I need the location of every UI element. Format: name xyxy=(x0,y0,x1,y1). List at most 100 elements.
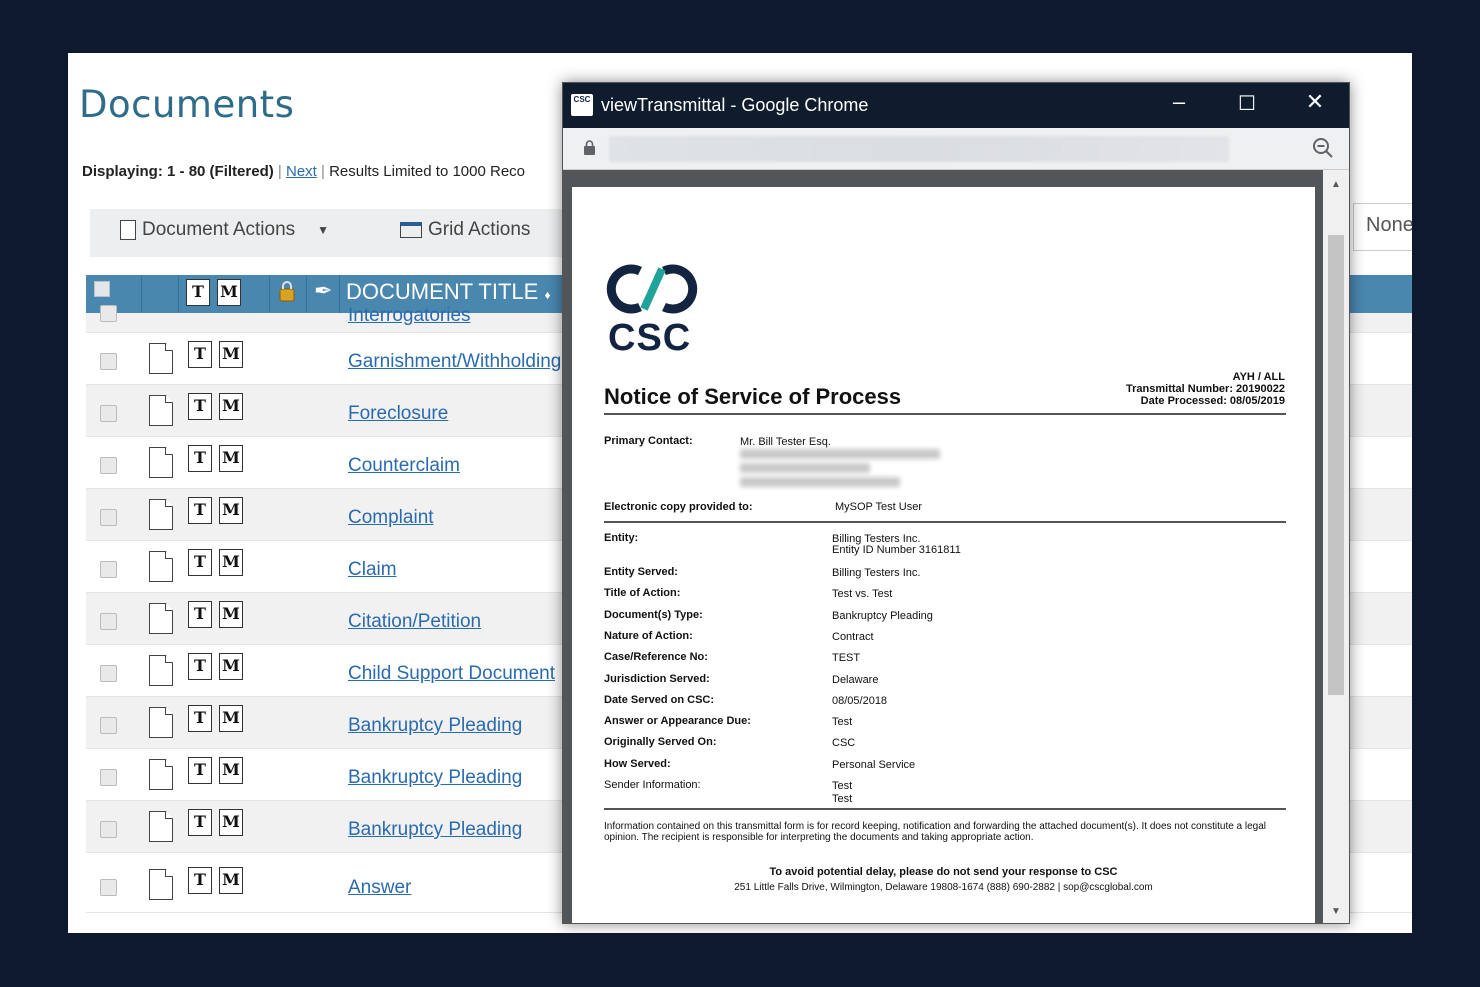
row-checkbox[interactable] xyxy=(100,457,117,474)
next-page-link[interactable]: Next xyxy=(286,163,317,180)
document-title-link[interactable]: Foreclosure xyxy=(348,403,448,425)
page-title: Documents xyxy=(79,83,295,126)
grid-actions-button[interactable]: Grid Actions xyxy=(400,219,530,241)
maximize-button[interactable]: ☐ xyxy=(1229,91,1265,116)
documents-app: Documents Displaying: 1 - 80 (Filtered) … xyxy=(68,53,1412,933)
document-title-column-header[interactable]: DOCUMENT TITLE ♦ xyxy=(346,279,551,305)
document-icon[interactable] xyxy=(149,551,173,582)
m-icon[interactable]: M xyxy=(219,757,243,784)
row-checkbox[interactable] xyxy=(100,879,117,896)
t-icon[interactable]: T xyxy=(188,445,212,472)
row-checkbox[interactable] xyxy=(100,613,117,630)
scroll-thumb[interactable] xyxy=(1328,235,1344,695)
minimize-button[interactable]: – xyxy=(1161,89,1197,115)
grid-toolbar: Document Actions ▼ Grid Actions xyxy=(90,209,570,257)
t-icon[interactable]: T xyxy=(188,809,212,836)
scroll-down-icon[interactable]: ▼ xyxy=(1323,901,1349,923)
document-title-link[interactable]: Bankruptcy Pleading xyxy=(348,715,522,737)
document-icon[interactable] xyxy=(149,655,173,686)
document-title-link[interactable]: Citation/Petition xyxy=(348,611,481,633)
select-all-checkbox[interactable] xyxy=(94,281,110,297)
document-icon xyxy=(120,220,136,240)
document-actions-button[interactable]: Document Actions ▼ xyxy=(120,219,329,241)
t-icon[interactable]: T xyxy=(188,601,212,628)
zoom-out-icon[interactable] xyxy=(1311,136,1335,160)
document-title-link[interactable]: Counterclaim xyxy=(348,455,460,477)
m-icon[interactable]: M xyxy=(219,341,243,368)
m-icon[interactable]: M xyxy=(219,549,243,576)
redacted-address xyxy=(740,477,900,487)
csc-address-line: 251 Little Falls Drive, Wilmington, Dela… xyxy=(734,882,1153,893)
row-checkbox[interactable] xyxy=(100,509,117,526)
row-checkbox[interactable] xyxy=(100,665,117,682)
document-title-link[interactable]: Answer xyxy=(348,877,411,899)
m-icon[interactable]: M xyxy=(219,497,243,524)
close-button[interactable]: ✕ xyxy=(1297,89,1333,115)
document-page: CSC AYH / ALL Transmittal Number: 201900… xyxy=(572,187,1315,923)
avoid-delay-notice: To avoid potential delay, please do not … xyxy=(769,866,1118,878)
document-title-link[interactable]: Claim xyxy=(348,559,397,581)
row-checkbox[interactable] xyxy=(100,353,117,370)
document-icon[interactable] xyxy=(149,603,173,634)
grid-icon xyxy=(400,222,422,238)
paperclip-icon: ✒ xyxy=(314,278,333,303)
document-icon[interactable] xyxy=(149,499,173,530)
document-actions-label: Document Actions xyxy=(142,219,296,240)
document-icon[interactable] xyxy=(149,343,173,374)
scroll-up-icon[interactable]: ▲ xyxy=(1323,174,1349,196)
field-value: TEST xyxy=(832,652,861,664)
document-title-link[interactable]: Child Support Document xyxy=(348,663,555,685)
entity-id: Entity ID Number 3161811 xyxy=(832,544,961,556)
field-label: Title of Action: xyxy=(604,587,681,599)
document-icon[interactable] xyxy=(149,395,173,426)
view-transmittal-window: CSC viewTransmittal - Google Chrome – ☐ … xyxy=(562,82,1350,924)
row-checkbox[interactable] xyxy=(100,769,117,786)
t-icon[interactable]: T xyxy=(188,653,212,680)
document-title-link[interactable]: Garnishment/Withholding xyxy=(348,351,561,373)
m-icon[interactable]: M xyxy=(219,809,243,836)
vertical-scrollbar[interactable]: ▲ ▼ xyxy=(1323,170,1349,923)
m-icon[interactable]: M xyxy=(219,601,243,628)
field-label: Nature of Action: xyxy=(604,630,693,642)
t-icon[interactable]: T xyxy=(188,393,212,420)
document-icon[interactable] xyxy=(149,759,173,790)
transmittal-number: Transmittal Number: 20190022 xyxy=(1126,383,1285,395)
row-checkbox[interactable] xyxy=(100,821,117,838)
document-icon[interactable] xyxy=(149,811,173,842)
document-icon[interactable] xyxy=(149,447,173,478)
field-value: Billing Testers Inc. xyxy=(832,567,921,579)
m-icon[interactable]: M xyxy=(219,445,243,472)
divider xyxy=(604,413,1286,415)
csc-logo-text: CSC xyxy=(608,317,692,359)
displaying-range: 1 - 80 (Filtered) xyxy=(167,163,274,180)
m-icon[interactable]: M xyxy=(219,705,243,732)
t-icon[interactable]: T xyxy=(188,497,212,524)
t-icon[interactable]: T xyxy=(188,341,212,368)
t-icon[interactable]: T xyxy=(188,705,212,732)
t-icon[interactable]: T xyxy=(188,549,212,576)
divider xyxy=(604,521,1286,523)
document-icon[interactable] xyxy=(149,707,173,738)
row-checkbox[interactable] xyxy=(100,405,117,422)
sender-info-line: Test xyxy=(832,780,853,792)
entity-label: Entity: xyxy=(604,532,639,544)
m-icon[interactable]: M xyxy=(219,393,243,420)
m-icon[interactable]: M xyxy=(219,867,243,894)
filter-select[interactable]: None xyxy=(1353,203,1412,251)
document-title-link[interactable]: Bankruptcy Pleading xyxy=(348,767,522,789)
m-icon[interactable]: M xyxy=(219,653,243,680)
url-field[interactable] xyxy=(609,136,1229,162)
electronic-copy-value: MySOP Test User xyxy=(835,501,923,513)
t-icon[interactable]: T xyxy=(188,867,212,894)
grid-actions-label: Grid Actions xyxy=(428,219,531,240)
document-icon[interactable] xyxy=(149,869,173,900)
chevron-down-icon: ▼ xyxy=(317,223,330,237)
row-checkbox[interactable] xyxy=(100,717,117,734)
document-title-link[interactable]: Complaint xyxy=(348,507,434,529)
row-checkbox[interactable] xyxy=(100,305,117,322)
t-icon[interactable]: T xyxy=(188,757,212,784)
t-icon: T xyxy=(186,279,210,306)
row-checkbox[interactable] xyxy=(100,561,117,578)
document-title-link[interactable]: Interrogatories xyxy=(348,305,471,327)
document-title-link[interactable]: Bankruptcy Pleading xyxy=(348,819,522,841)
